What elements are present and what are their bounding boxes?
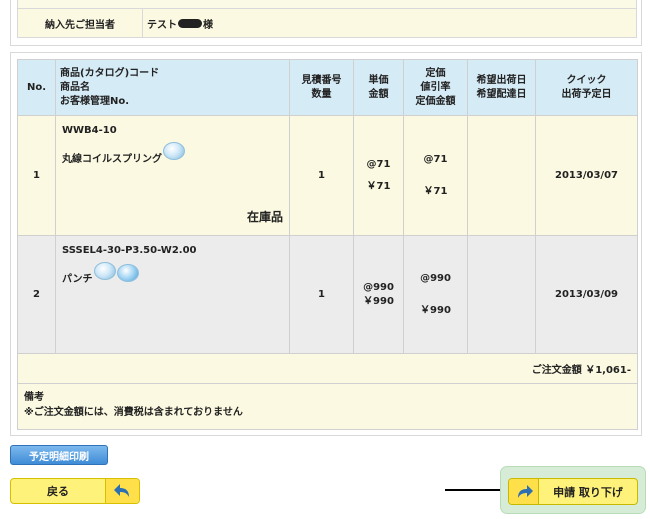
notes-row: 備考 ※ご注文金額には、消費税は含まれておりません	[17, 383, 638, 430]
hope-date-cell	[467, 235, 536, 354]
table-row: 2 SSSEL4-30-P3.50-W2.00 パンチ 1 @990 ￥990 …	[17, 235, 638, 354]
product-code: WWB4-10	[62, 125, 117, 136]
info-bubble-icon[interactable]	[163, 142, 185, 160]
amount: ￥990	[363, 295, 394, 307]
total-row: ご注文金額 ￥1,061-	[17, 353, 638, 384]
chat-bubble-icon[interactable]	[116, 264, 139, 282]
header-product: 商品(カタログ)コード 商品名 お客様管理No.	[55, 59, 290, 116]
withdraw-application-button[interactable]: 申請 取り下げ	[508, 478, 638, 505]
back-button[interactable]: 戻る	[10, 478, 140, 504]
table-header-row: No. 商品(カタログ)コード 商品名 お客様管理No. 見積番号 数量 単価 金額 定…	[17, 59, 638, 116]
quick-ship-date: 2013/03/09	[535, 235, 638, 354]
unit-price: @71	[366, 158, 391, 170]
order-detail-section: No. 商品(カタログ)コード 商品名 お客様管理No. 見積番号 数量 単価 金額 定…	[10, 52, 642, 436]
product-cell: WWB4-10 丸線コイルスプリング 在庫品	[55, 115, 290, 236]
recipient-honorific: 様	[203, 19, 213, 31]
product-code: SSSEL4-30-P3.50-W2.00	[62, 245, 197, 256]
header-list-price: 定価 値引率 定価金額	[403, 59, 468, 116]
stock-status: 在庫品	[246, 210, 283, 224]
recipient-section: 納入先ご担当者 テスト 様	[10, 0, 642, 46]
hope-date-cell	[467, 115, 536, 236]
unit-price-cell: @71 ￥71	[353, 115, 404, 236]
notes-cell: 備考 ※ご注文金額には、消費税は含まれておりません	[17, 383, 638, 430]
order-items-table: No. 商品(カタログ)コード 商品名 お客様管理No. 見積番号 数量 単価 金額 定…	[17, 59, 638, 430]
redaction-mark	[178, 18, 202, 28]
header-no: No.	[17, 59, 56, 116]
header-quote: 見積番号 数量	[289, 59, 354, 116]
quantity-cell: 1	[289, 235, 354, 354]
quick-ship-date: 2013/03/07	[535, 115, 638, 236]
back-button-label: 戻る	[47, 485, 69, 498]
unit-price-cell: @990 ￥990	[353, 235, 404, 354]
header-hope-date: 希望出荷日 希望配達日	[467, 59, 536, 116]
product-name: パンチ	[62, 273, 93, 285]
table-row: 1 WWB4-10 丸線コイルスプリング 在庫品 1 @71 ￥71 @71 ￥…	[17, 115, 638, 236]
recipient-name: テスト	[147, 19, 177, 31]
product-cell: SSSEL4-30-P3.50-W2.00 パンチ	[55, 235, 290, 354]
header-quick-date: クイック 出荷予定日	[535, 59, 638, 116]
order-total: ご注文金額 ￥1,061-	[17, 353, 638, 384]
notes-text: ※ご注文金額には、消費税は含まれておりません	[24, 407, 243, 418]
redo-arrow-icon	[509, 479, 539, 504]
list-price-cell: @990 ￥990	[403, 235, 468, 354]
product-name: 丸線コイルスプリング	[62, 153, 162, 165]
recipient-row: 納入先ご担当者 テスト 様	[17, 8, 637, 38]
withdraw-application-label: 申請 取り下げ	[553, 485, 623, 499]
row-number: 1	[17, 115, 56, 236]
print-schedule-button[interactable]: 予定明細印刷	[10, 445, 108, 465]
list-price: @71	[423, 153, 448, 165]
recipient-value: テスト 様	[143, 9, 636, 37]
list-price-cell: @71 ￥71	[403, 115, 468, 236]
quantity-cell: 1	[289, 115, 354, 236]
row-number: 2	[17, 235, 56, 354]
info-bubble-icon[interactable]	[93, 262, 116, 280]
header-unit-price: 単価 金額	[353, 59, 404, 116]
list-amount: ￥990	[420, 304, 451, 316]
undo-arrow-icon	[105, 479, 139, 503]
list-amount: ￥71	[423, 185, 448, 197]
amount: ￥71	[366, 180, 391, 192]
recipient-label: 納入先ご担当者	[18, 9, 143, 37]
list-price: @990	[420, 272, 451, 284]
unit-price: @990	[363, 281, 394, 293]
notes-title: 備考	[24, 392, 44, 403]
